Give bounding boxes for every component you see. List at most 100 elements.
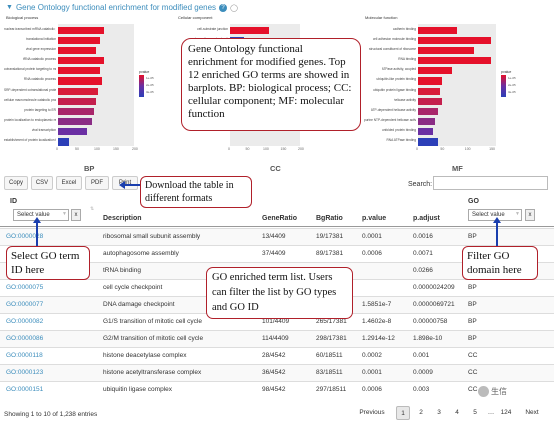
x-tick-label: 100 [464,147,471,151]
table-cell: 0.0266 [413,267,433,274]
header-divider [0,226,554,227]
csv-button[interactable]: CSV [31,176,53,190]
table-cell: BP [468,335,477,342]
table-cell: 265/17381 [316,318,347,325]
search-input[interactable] [433,176,548,190]
bar-label: ATP-dependent helicase activity [370,107,416,112]
bar [418,57,492,65]
table-cell: CC [468,386,478,393]
table-cell: 60/18511 [316,352,343,359]
page-button[interactable]: … [486,406,496,420]
bar-label: cotranslational protein targeting to mem… [4,67,56,72]
table-cell: 0.003 [413,386,430,393]
bar [58,36,100,44]
table-cell: G2/M transition of mitotic cell cycle [103,335,204,342]
help-icon[interactable]: ? [219,3,228,12]
comment-icon[interactable]: ◯ [230,4,238,12]
table-cell: 89/17381 [316,250,344,257]
table-cell: cell cycle checkpoint [103,284,163,291]
sort-icon[interactable]: ⇅ [90,206,94,212]
go-id-link[interactable]: GO:0000118 [6,352,43,359]
pdf-button[interactable]: PDF [85,176,109,190]
id-filter-clear[interactable]: x [71,209,81,221]
bar-label: ubiquitin protein ligase binding [373,87,416,92]
table-cell: histone deacetylase complex [103,352,187,359]
bar-label: translational initiation [26,36,56,41]
go-id-link[interactable]: GO:0000082 [6,318,43,325]
table-cell: 0.0009 [413,369,433,376]
bar [418,67,453,75]
legend-tick: 3e-05 [508,90,516,94]
bar [58,26,104,34]
col-header-generatio[interactable]: GeneRatio [262,215,297,222]
table-cell: 83/18511 [316,369,343,376]
bar-label: viral transcription [31,128,56,133]
arrow-up-icon [33,217,41,246]
table-cell: histone acetyltransferase complex [103,369,202,376]
x-tick-label: 100 [263,147,269,151]
bar [418,138,438,146]
col-header-padjust[interactable]: p.adjust [413,215,440,222]
page-button[interactable]: 4 [451,406,463,420]
page-button[interactable]: 3 [433,406,445,420]
copy-button[interactable]: Copy [4,176,28,190]
col-header-bgratio[interactable]: BgRatio [316,215,343,222]
excel-button[interactable]: Excel [56,176,82,190]
table-cell: 1.898e-10 [413,335,443,342]
table-row: GO:0000123 histone acetyltransferase comp… [0,364,554,381]
table-cell: BP [468,301,477,308]
bar-label: structural constituent of ribosome [369,46,416,51]
legend-tick: 2e-05 [146,83,154,87]
bar [58,107,95,116]
id-filter-select[interactable]: Select value [13,209,69,221]
bar [58,87,98,95]
table-cell: 0.0001 [362,369,382,376]
caret-down-icon: ▼ [6,4,13,11]
col-header-id[interactable]: ID [10,198,17,205]
go-id-link[interactable]: GO:0000123 [6,369,43,376]
page-button[interactable]: 124 [498,406,514,420]
page-button[interactable]: Previous [357,406,387,420]
arrow-left-icon [119,181,140,189]
col-header-pvalue[interactable]: p.value [362,215,386,222]
legend-tick: 1e-05 [508,76,516,80]
x-tick-label: 150 [113,147,119,151]
table-cell: DNA damage checkpoint [103,301,175,308]
plot-title: Cellular component [178,15,213,20]
annotation-filter-domain: Filter GO domain here [462,246,538,280]
table-row: GO:0000118 histone deacetylase complex 28/… [0,347,554,364]
page-button[interactable]: 1 [396,406,410,420]
x-tick-label: 50 [75,147,79,151]
page-button[interactable]: 5 [469,406,481,420]
table-cell: 0.001 [413,352,430,359]
watermark: 生信 [478,386,507,397]
col-header-go[interactable]: GO [468,198,479,205]
x-tick-label: 0 [228,147,230,151]
go-filter-clear[interactable]: x [525,209,535,221]
go-id-link[interactable]: GO:0000075 [6,284,43,291]
tab-mf[interactable]: MF [452,164,463,173]
bar-label: unfolded protein binding [381,128,416,133]
bar [418,77,443,85]
table-cell: 0.00000758 [413,318,448,325]
page-button[interactable]: 2 [415,406,427,420]
table-cell: CC [468,352,478,359]
col-header-description[interactable]: Description [103,215,142,222]
go-id-link[interactable]: GO:0000151 [6,386,43,393]
table-cell: ribosomal small subunit assembly [103,233,201,240]
section-header[interactable]: ▼ Gene Ontology functional enrichment fo… [6,3,238,12]
bar-label: nuclear-transcribed mRNA catabolic proce… [4,26,56,31]
table-cell: 1.5851e-7 [362,301,392,308]
table-row: GO:0000028 ribosomal small subunit assemb… [0,228,554,245]
tab-cc[interactable]: CC [270,164,281,173]
bar-label: viral gene expression [25,46,56,51]
bar-label: RNA ATPase binding [386,138,416,143]
print-button[interactable]: Print [112,176,138,190]
tab-bp[interactable]: BP [84,164,94,173]
bar [418,26,457,34]
page-button[interactable]: Next [520,406,544,420]
bar [418,118,436,126]
table-cell: 37/4409 [262,250,286,257]
go-id-link[interactable]: GO:0000086 [6,335,43,342]
go-id-link[interactable]: GO:0000077 [6,301,43,308]
